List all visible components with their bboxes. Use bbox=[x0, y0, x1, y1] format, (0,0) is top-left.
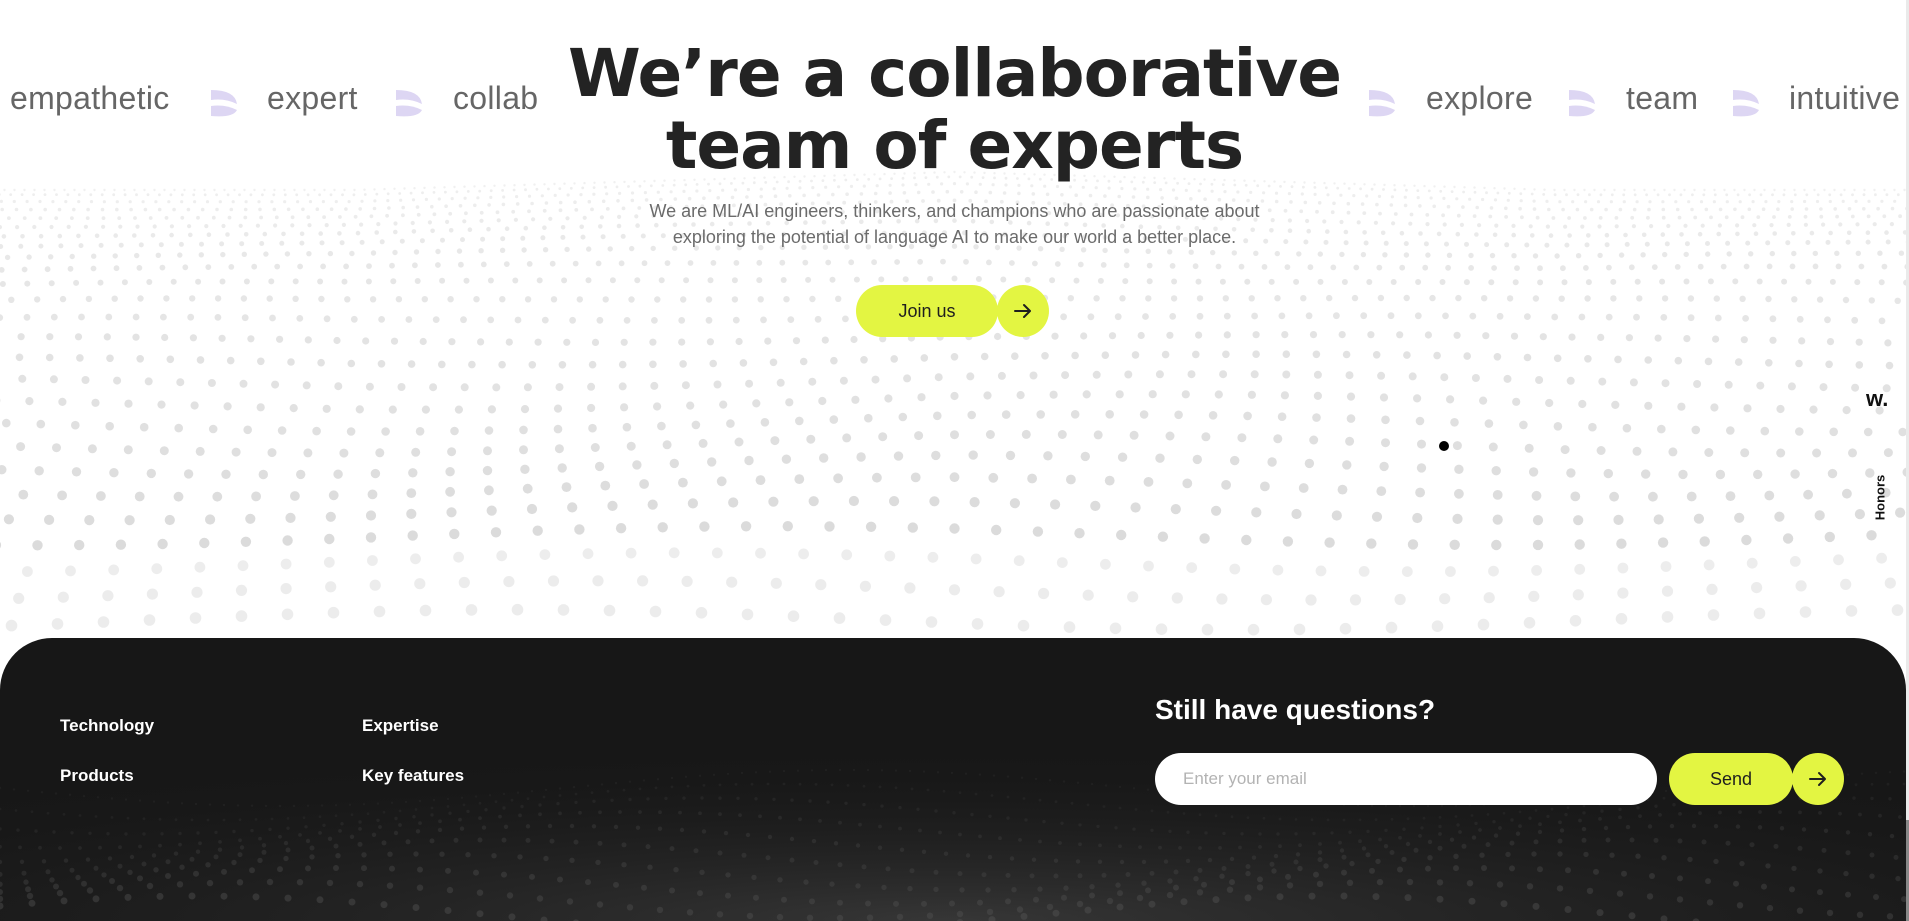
leaf-icon bbox=[211, 90, 237, 117]
hero-subtitle-line: We are ML/AI engineers, thinkers, and ch… bbox=[649, 201, 1260, 221]
hero-title-line: team of experts bbox=[665, 107, 1244, 184]
footer-link-technology[interactable]: Technology bbox=[60, 716, 154, 736]
honors-tab[interactable]: Honors bbox=[1873, 468, 1888, 528]
send-arrow-button[interactable] bbox=[1792, 753, 1844, 805]
marquee-word: expert bbox=[267, 80, 358, 116]
arrow-right-icon bbox=[1014, 304, 1031, 318]
footer-link-expertise[interactable]: Expertise bbox=[362, 716, 439, 736]
marquee-word: explore bbox=[1426, 80, 1534, 116]
hero-subtitle-line: exploring the potential of language AI t… bbox=[672, 227, 1237, 247]
side-logo[interactable]: w. bbox=[1866, 386, 1888, 412]
marquee-word: empathetic bbox=[10, 80, 170, 116]
join-us-arrow-button[interactable] bbox=[997, 285, 1049, 337]
leaf-icon bbox=[1569, 90, 1595, 117]
marquee-word: intuitive bbox=[1789, 80, 1901, 116]
leaf-icon bbox=[1733, 90, 1759, 117]
email-field[interactable] bbox=[1155, 753, 1657, 805]
arrow-right-icon bbox=[1809, 772, 1826, 786]
hero-title: We’re a collaborative team of experts bbox=[560, 38, 1349, 182]
leaf-icon bbox=[1369, 90, 1395, 117]
footer-link-products[interactable]: Products bbox=[60, 766, 134, 786]
send-button[interactable]: Send bbox=[1669, 753, 1793, 805]
footer: Technology Products Expertise Key featur… bbox=[0, 638, 1906, 921]
footer-link-key-features[interactable]: Key features bbox=[362, 766, 464, 786]
marquee-word: collab bbox=[453, 80, 539, 116]
join-us-button[interactable]: Join us bbox=[856, 285, 998, 337]
marquee-word: team bbox=[1626, 80, 1699, 116]
hero-subtitle: We are ML/AI engineers, thinkers, and ch… bbox=[600, 198, 1309, 250]
leaf-icon bbox=[396, 90, 422, 117]
hero-title-line: We’re a collaborative bbox=[568, 35, 1342, 112]
questions-heading: Still have questions? bbox=[1155, 694, 1436, 725]
hero-section: empathetic expert collab explore team in… bbox=[0, 0, 1909, 640]
cursor-dot bbox=[1439, 441, 1449, 451]
